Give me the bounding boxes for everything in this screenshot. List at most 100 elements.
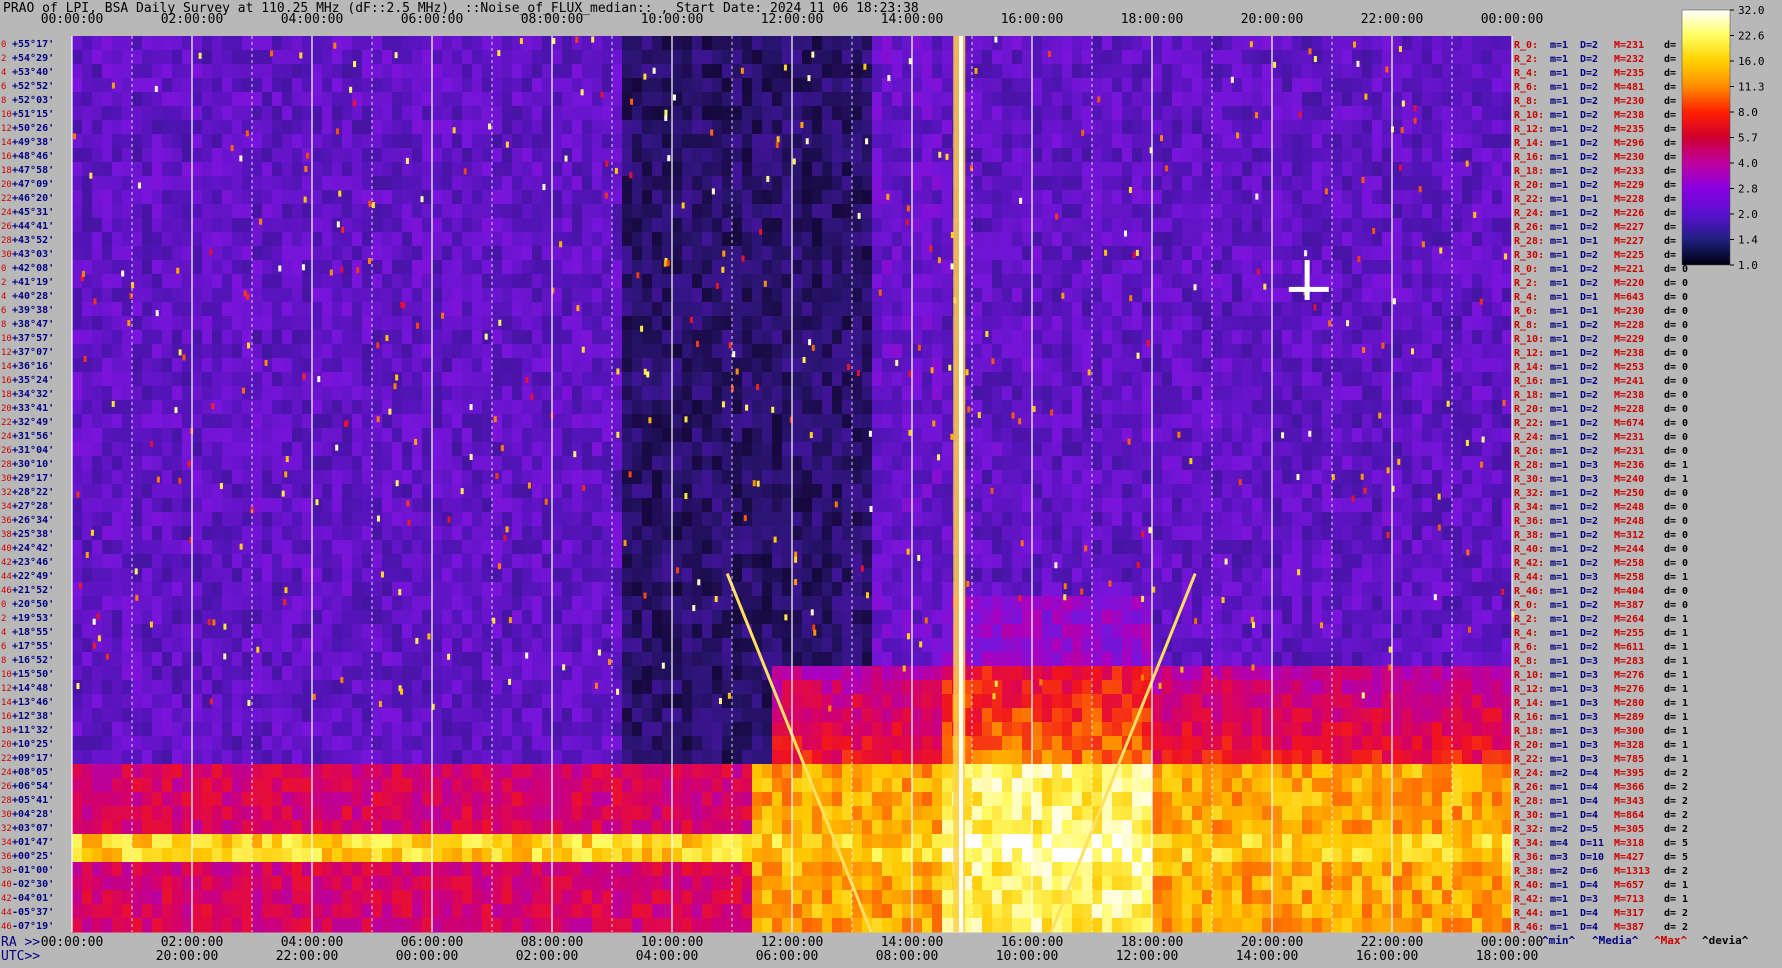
heat-cell (1362, 274, 1373, 289)
heat-cell (802, 50, 813, 65)
heat-cell (752, 302, 763, 317)
heat-cell (202, 50, 213, 65)
heat-cell (1292, 190, 1303, 205)
heat-cell (1062, 106, 1073, 121)
heat-cell (322, 372, 333, 387)
heat-cell (382, 316, 393, 331)
heat-cell (182, 442, 193, 457)
heat-cell (1182, 344, 1193, 359)
heat-cell (782, 400, 793, 415)
heat-cell (352, 232, 363, 247)
heat-cell (1402, 64, 1413, 79)
heat-cell (912, 246, 923, 261)
heat-cell (1442, 204, 1453, 219)
heat-cell (202, 134, 213, 149)
heat-cell (462, 218, 473, 233)
heat-cell (152, 512, 163, 527)
heat-cell (612, 148, 623, 163)
heat-cell (502, 78, 513, 93)
heat-cell (1502, 36, 1513, 51)
heat-cell (672, 302, 683, 317)
heat-cell (542, 260, 553, 275)
heat-cell (1092, 64, 1103, 79)
heat-cell (852, 50, 863, 65)
heat-cell (302, 470, 313, 485)
heat-cell (352, 246, 363, 261)
heat-cell (82, 498, 93, 513)
heat-cell (222, 36, 233, 51)
heat-cell (1322, 92, 1333, 107)
heat-cell (392, 204, 403, 219)
heat-cell (502, 274, 513, 289)
heat-cell (1402, 302, 1413, 317)
heat-cell (982, 162, 993, 177)
heat-cell (1432, 274, 1443, 289)
heat-cell (852, 442, 863, 457)
heat-cell (1402, 498, 1413, 513)
heat-cell (522, 162, 533, 177)
heat-cell (992, 512, 1003, 527)
heat-cell (262, 204, 273, 219)
heat-cell (162, 148, 173, 163)
heat-cell (822, 106, 833, 121)
heat-cell (1232, 316, 1243, 331)
heat-cell (292, 288, 303, 303)
heat-cell (72, 316, 83, 331)
heat-cell (1392, 386, 1403, 401)
heat-cell (932, 190, 943, 205)
heat-cell (852, 344, 863, 359)
heat-cell (1052, 344, 1063, 359)
heat-cell (1442, 106, 1453, 121)
heat-cell (532, 372, 543, 387)
heat-cell (632, 92, 643, 107)
heat-cell (632, 512, 643, 527)
heat-cell (1382, 442, 1393, 457)
heat-cell (1502, 92, 1513, 107)
heat-cell (1122, 498, 1133, 513)
heat-cell (1022, 246, 1033, 261)
heat-cell (1222, 106, 1233, 121)
heat-cell (482, 190, 493, 205)
heat-cell (212, 148, 223, 163)
heat-cell (732, 190, 743, 205)
heat-cell (1092, 106, 1103, 121)
heat-cell (942, 330, 953, 345)
heat-cell (582, 246, 593, 261)
heat-cell (1152, 260, 1163, 275)
heat-cell (812, 36, 823, 51)
heat-cell (502, 148, 513, 163)
heat-cell (442, 400, 453, 415)
heat-cell (772, 162, 783, 177)
heat-cell (112, 484, 123, 499)
heat-cell (1362, 162, 1373, 177)
heat-cell (112, 92, 123, 107)
heat-cell (452, 78, 463, 93)
heat-cell (1462, 386, 1473, 401)
heat-cell (1472, 344, 1483, 359)
heat-cell (842, 288, 853, 303)
heat-cell (372, 36, 383, 51)
heat-cell (1282, 358, 1293, 373)
heat-cell (912, 372, 923, 387)
heat-cell (692, 372, 703, 387)
heat-cell (1292, 218, 1303, 233)
heat-cell (142, 190, 153, 205)
heat-cell (1422, 470, 1433, 485)
heat-cell (842, 148, 853, 163)
heat-cell (732, 512, 743, 527)
heat-cell (132, 372, 143, 387)
heat-cell (312, 50, 323, 65)
heat-cell (722, 470, 733, 485)
heat-cell (742, 120, 753, 135)
heat-cell (112, 148, 123, 163)
heat-cell (932, 134, 943, 149)
heat-cell (1182, 36, 1193, 51)
heat-cell (1322, 64, 1333, 79)
heat-cell (1062, 372, 1073, 387)
heat-cell (1092, 50, 1103, 65)
heat-cell (362, 442, 373, 457)
heat-cell (352, 428, 363, 443)
heat-cell (762, 50, 773, 65)
heat-cell (72, 428, 83, 443)
heat-cell (102, 218, 113, 233)
